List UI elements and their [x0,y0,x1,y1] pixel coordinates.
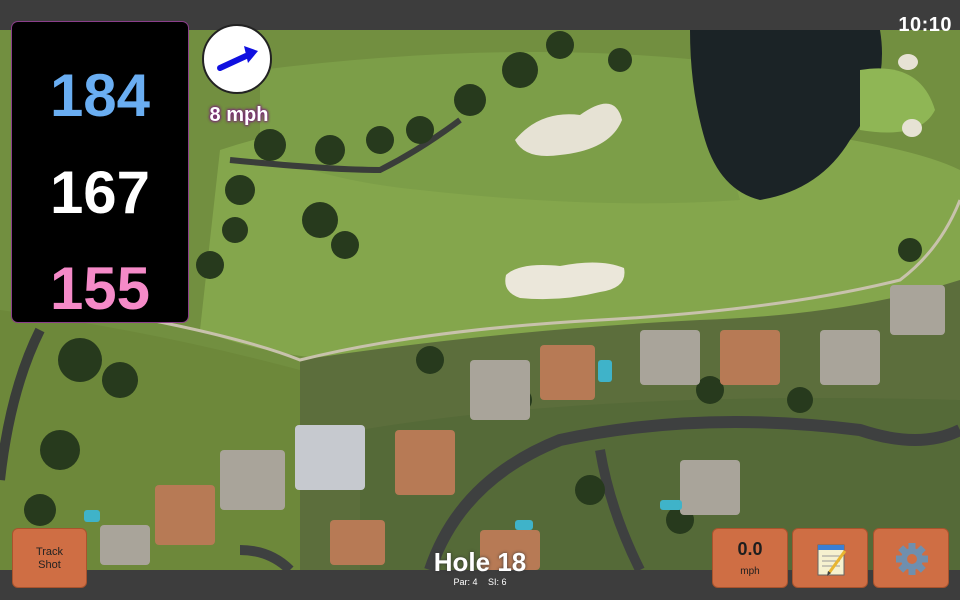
wind-direction-dial [202,24,272,94]
back-of-green-distance: 184 [49,62,151,129]
track-shot-label-line2: Shot [38,559,61,571]
speed-unit: mph [740,566,760,577]
gear-icon [896,543,928,575]
distance-panel: 184 167 155 [12,22,188,322]
speed-button[interactable]: 0.0 mph [712,528,788,588]
par-label: Par: 4 [453,577,478,587]
track-shot-button[interactable]: Track Shot [12,528,87,588]
front-of-green-distance: 155 [49,255,151,322]
notes-button[interactable] [792,528,868,588]
wind-speed-label: 8 mph [209,104,269,126]
settings-button[interactable] [873,528,949,588]
middle-of-green-distance: 167 [49,159,151,226]
stroke-index-label: SI: 6 [488,577,507,587]
speed-value: 0.0 [737,539,763,559]
hole-details: Par: 4 SI: 6 [380,577,580,587]
track-shot-label-line1: Track [35,546,64,558]
notepad-icon [817,544,847,576]
hole-title: Hole 18 [433,547,527,577]
arrow-icon [217,46,258,71]
clock-time: 10:10 [898,14,952,36]
